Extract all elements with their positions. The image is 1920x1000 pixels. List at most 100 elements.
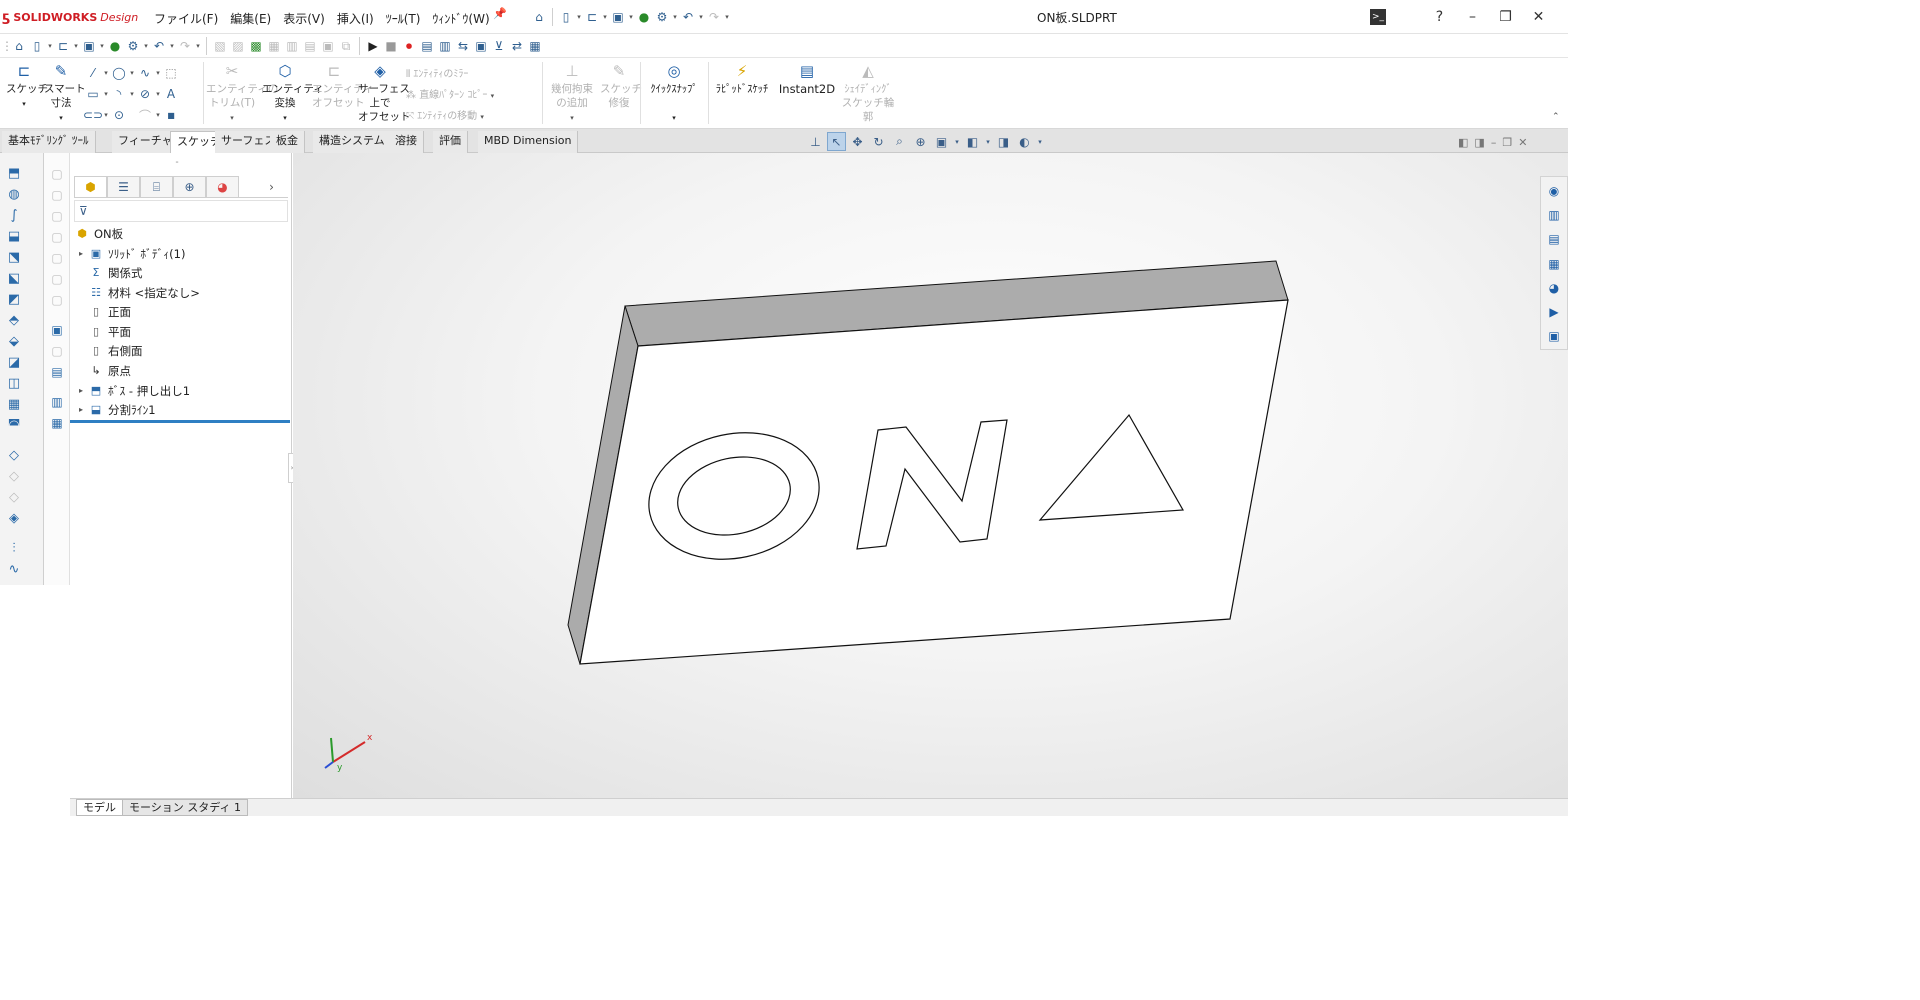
sketch-tool-icon-c[interactable]: ▦ [265,37,283,55]
coordinate-triad[interactable]: x y [321,728,381,778]
tree-item-solid-bodies[interactable]: ▸ ▣ ｿﾘｯﾄﾞ ﾎﾞﾃﾞｨ(1) [74,244,185,263]
spline-dd[interactable]: ▾ [154,64,162,82]
dome-icon[interactable]: ◚ [5,417,23,435]
sketch-tool-icon-f[interactable]: ▣ [319,37,337,55]
linear-pattern-button[interactable]: ⁂ 直線ﾊﾟﾀｰﾝ ｺﾋﾟｰ ▾ [406,86,494,101]
minimize-icon[interactable]: – [1456,6,1489,28]
offset-entities-button[interactable]: ⊏ エンティティ オフセット [312,62,374,110]
viewport-close-icon[interactable]: ✕ [1518,136,1527,149]
open-dropdown-icon[interactable]: ▾ [601,8,609,26]
tree-item-split-line[interactable]: ▸ ⬓ 分割ﾗｲﾝ1 [74,400,156,419]
ribbon-collapse-icon[interactable]: ⌃ [1552,112,1560,122]
command-prompt-icon[interactable]: >_ [1370,9,1386,25]
rebuild-icon[interactable]: ● [635,8,653,26]
menu-window[interactable]: ｳｨﾝﾄﾞｳ(W) [426,8,495,29]
sketch-tool-icon-g[interactable]: ⧉ [337,37,355,55]
display-style-icon[interactable]: ◧ [963,132,982,151]
pan-icon[interactable]: ✥ [848,132,867,151]
rectangle-icon[interactable]: ▭ [84,85,102,103]
feature-manager-tab-icon[interactable]: ⬢ [74,176,107,197]
convert-entities-button[interactable]: ⬡ エンティティ 変換 ▾ [262,62,324,125]
picture-icon[interactable]: ▩ [247,37,265,55]
tree-item-equations[interactable]: Σ 関係式 [88,263,143,282]
viewport-right-icon[interactable]: ◨ [1474,136,1484,149]
shortcut-icon-9[interactable]: ▢ [48,342,66,360]
rect-dd[interactable]: ▾ [102,85,110,103]
tab-sheet-metal[interactable]: 板金 [270,131,305,153]
tree-root[interactable]: ⬢ ON板 [74,224,123,243]
viewport-minimize-icon[interactable]: – [1491,136,1497,149]
design-library-icon[interactable]: ▥ [1545,206,1563,224]
sketch-tool-icon-b[interactable]: ▨ [229,37,247,55]
smart-dimension-button[interactable]: ✎ スマート 寸法 ▾ [44,62,86,125]
expand-arrow-icon[interactable]: ▸ [74,405,88,414]
open-icon[interactable]: ⊏ [583,8,601,26]
disabled-tool-icon-c[interactable]: ◇ [5,489,23,507]
view-orientation-icon[interactable]: ⊥ [806,132,825,151]
configuration-manager-tab-icon[interactable]: ⌸ [140,176,173,197]
add-relation-button[interactable]: ⊥ 幾何拘束 の追加 ▾ [546,62,598,125]
undo-dropdown-icon[interactable]: ▾ [697,8,705,26]
menu-view[interactable]: 表示(V) [277,8,331,29]
tree-item-origin[interactable]: ↳ 原点 [88,361,131,380]
gear-dd-2[interactable]: ▾ [142,37,150,55]
circle-icon[interactable]: ◯ [110,64,128,82]
manager-tabs-more-icon[interactable]: › [255,176,288,197]
record-macro-icon[interactable]: ⏺ [400,37,418,55]
shortcut-icon-11[interactable]: ▥ [48,393,66,411]
mirror-entities-button[interactable]: ⫴ ｴﾝﾃｨﾃｨのﾐﾗｰ [406,65,468,80]
app-logo[interactable]: ƽ SOLIDWORKS Design [2,9,138,25]
open-icon-2[interactable]: ⊏ [54,37,72,55]
stop-macro-icon[interactable]: ■ [382,37,400,55]
macro-icon-f[interactable]: ⇄ [508,37,526,55]
new-dd-2[interactable]: ▾ [46,37,54,55]
move-entities-button[interactable]: ⤧ ｴﾝﾃｨﾃｨの移動 ▾ [406,107,484,122]
new-icon-2[interactable]: ▯ [28,37,46,55]
options-dropdown-icon[interactable]: ▾ [671,8,679,26]
zoom-to-fit-icon[interactable]: ⊕ [911,132,930,151]
polygon-icon[interactable]: ⊘ [136,85,154,103]
polygon-dd[interactable]: ▾ [154,85,162,103]
sketch-button[interactable]: ⊏ スケッチ ▾ [6,62,48,111]
shortcut-icon-8[interactable]: ▣ [48,321,66,339]
tree-item-front-plane[interactable]: ▯ 正面 [88,302,131,321]
section-view-icon[interactable]: ▣ [932,132,951,151]
disabled-tool-icon-b[interactable]: ◇ [5,468,23,486]
tab-weldments[interactable]: 溶接 [389,131,424,153]
shortcut-icon-6[interactable]: ▢ [48,270,66,288]
rib-icon[interactable]: ◪ [5,354,23,372]
home-icon[interactable]: ⌂ [530,8,548,26]
forum-icon[interactable]: ▣ [1545,327,1563,345]
gear-icon-2[interactable]: ⚙ [124,37,142,55]
text-icon[interactable]: A [162,85,180,103]
shaded-sketch-contours-button[interactable]: ◭ ｼｪｲﾃﾞｨﾝｸﾞ スケッチ輪 郭 [838,62,898,124]
display-dd[interactable]: ▾ [984,132,992,151]
arc-dd[interactable]: ▾ [128,85,136,103]
sketch-tool-icon-a[interactable]: ▧ [211,37,229,55]
new-document-icon[interactable]: ▯ [557,8,575,26]
save-dd-2[interactable]: ▾ [98,37,106,55]
slot-dd[interactable]: ▾ [102,106,110,124]
shortcut-icon-2[interactable]: ▢ [48,186,66,204]
tab-evaluate[interactable]: 評価 [433,131,468,153]
extrude-cut-icon[interactable]: ⬓ [5,228,23,246]
revolve-cut-icon[interactable]: ⬔ [5,249,23,267]
fillet-dd[interactable]: ▾ [154,106,162,124]
undo-icon-2[interactable]: ↶ [150,37,168,55]
construction-icon[interactable]: ⬚ [162,64,180,82]
expand-arrow-icon[interactable]: ▸ [74,249,88,258]
appearances-icon[interactable]: ◕ [1545,279,1563,297]
macro-icon-g[interactable]: ▦ [526,37,544,55]
save-icon-2[interactable]: ▣ [80,37,98,55]
offset-on-surface-button[interactable]: ◈ サーフェス 上で オフセット [358,62,411,124]
file-explorer-icon[interactable]: ▤ [1545,230,1563,248]
sketch-tool-icon-e[interactable]: ▤ [301,37,319,55]
menu-edit[interactable]: 編集(E) [224,8,277,29]
redo-dd-2[interactable]: ▾ [194,37,202,55]
repair-sketch-button[interactable]: ✎ スケッチ 修復 [600,62,642,110]
tab-basic-modeling[interactable]: 基本ﾓﾃﾞﾘﾝｸﾞ ﾂｰﾙ [2,131,96,153]
menu-file[interactable]: ファイル(F) [148,8,224,29]
trim-entities-button[interactable]: ✂ エンティティの トリム(T) ▾ [206,62,278,125]
shortcut-icon-3[interactable]: ▢ [48,207,66,225]
redo-dropdown-icon[interactable]: ▾ [723,8,731,26]
